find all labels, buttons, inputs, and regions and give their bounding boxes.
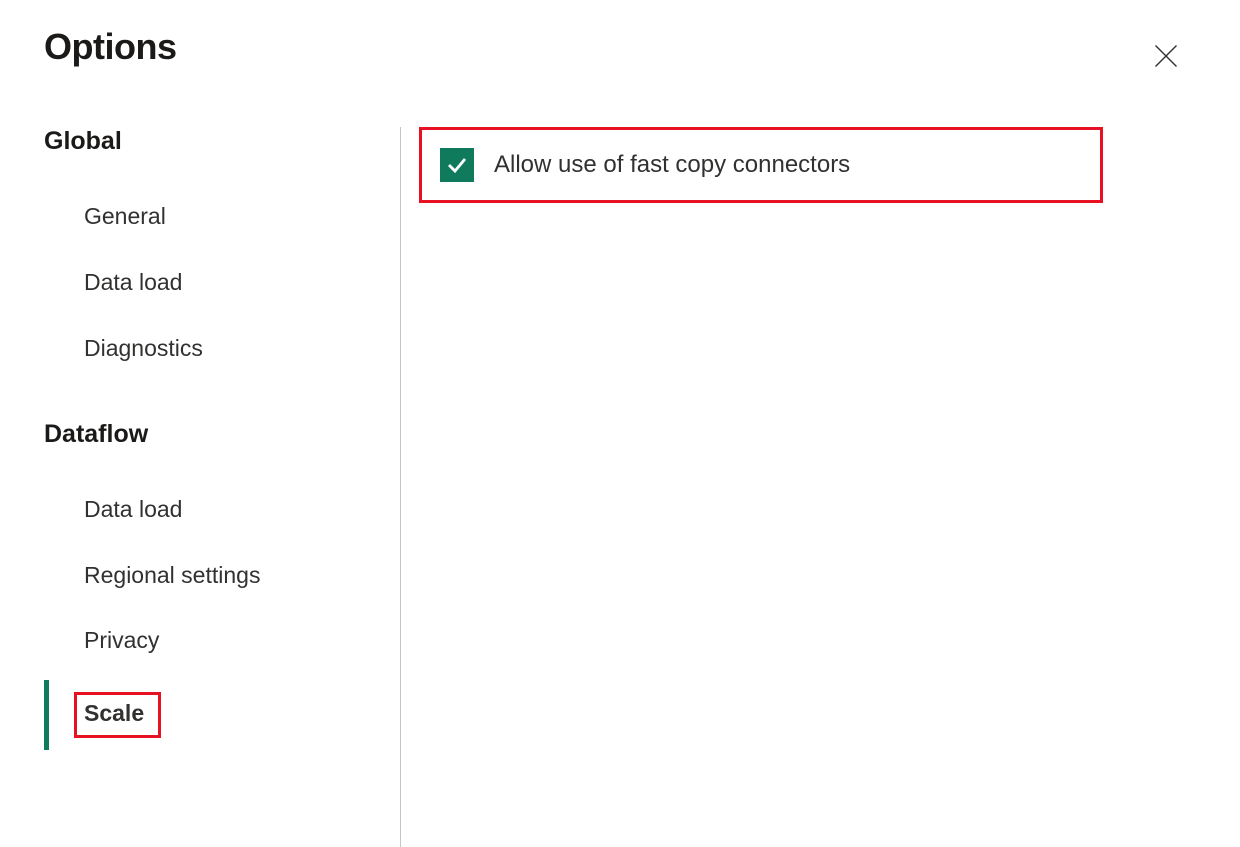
- sidebar-item-diagnostics[interactable]: Diagnostics: [44, 316, 400, 382]
- close-button[interactable]: [1144, 34, 1188, 83]
- fast-copy-label: Allow use of fast copy connectors: [494, 151, 850, 179]
- page-title: Options: [44, 26, 176, 68]
- highlight-annotation: Scale: [74, 692, 161, 738]
- highlight-annotation: Allow use of fast copy connectors: [419, 127, 1103, 203]
- sidebar-section-dataflow: Dataflow: [44, 420, 400, 449]
- sidebar-item-scale[interactable]: Scale: [44, 674, 400, 756]
- sidebar-item-data-load-dataflow[interactable]: Data load: [44, 477, 400, 543]
- sidebar-item-label: Scale: [84, 700, 144, 726]
- main-panel: Allow use of fast copy connectors: [419, 127, 1240, 847]
- option-fast-copy: Allow use of fast copy connectors: [440, 148, 850, 182]
- sidebar-item-data-load-global[interactable]: Data load: [44, 250, 400, 316]
- sidebar: Global General Data load Diagnostics Dat…: [44, 127, 400, 847]
- fast-copy-checkbox[interactable]: [440, 148, 474, 182]
- sidebar-item-privacy[interactable]: Privacy: [44, 608, 400, 674]
- vertical-divider: [400, 127, 401, 847]
- checkmark-icon: [445, 153, 469, 177]
- sidebar-item-regional-settings[interactable]: Regional settings: [44, 543, 400, 609]
- sidebar-item-general[interactable]: General: [44, 184, 400, 250]
- sidebar-section-global: Global: [44, 127, 400, 156]
- close-icon: [1152, 42, 1180, 70]
